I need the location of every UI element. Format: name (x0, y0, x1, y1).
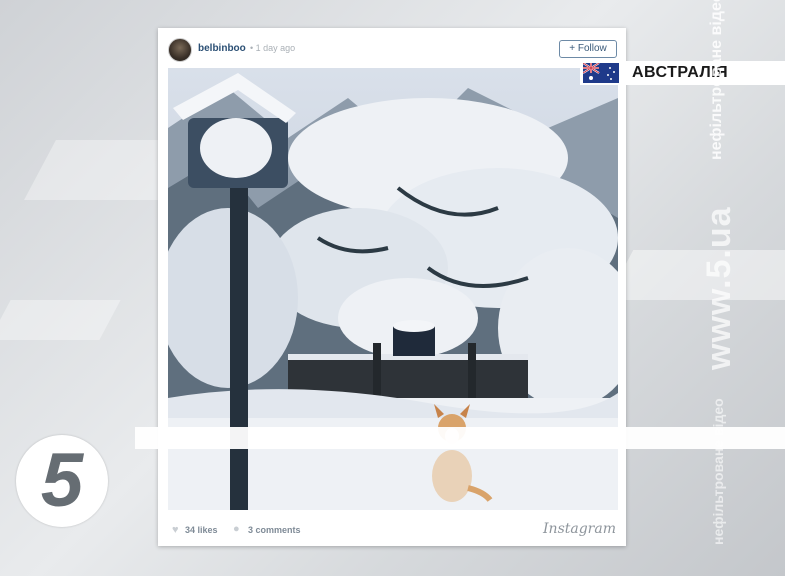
australia-flag-icon (583, 63, 619, 83)
user-avatar[interactable] (168, 38, 192, 62)
instagram-post-card: belbinboo • 1 day ago + Follow ♥ 34 like… (158, 28, 626, 546)
heart-icon[interactable]: ♥ (172, 524, 179, 536)
vertical-website: www.5.ua (700, 206, 738, 370)
vertical-tagline: нефільтроване відео (708, 0, 725, 160)
comments-count[interactable]: 3 comments (248, 525, 301, 535)
follow-button[interactable]: + Follow (559, 40, 617, 58)
comment-bubble-icon[interactable]: ● (233, 523, 240, 535)
lower-third-band (135, 427, 785, 449)
post-footer: ♥ 34 likes ● 3 comments Instagram (158, 516, 626, 546)
likes-count[interactable]: 34 likes (185, 525, 218, 535)
post-timestamp: • 1 day ago (250, 43, 296, 53)
channel-5-logo: 5 (16, 435, 108, 527)
background-stripe (606, 250, 785, 300)
username-link[interactable]: belbinboo (198, 43, 246, 54)
vertical-tagline-lower: нефільтроване відео (710, 398, 726, 545)
post-header: belbinboo • 1 day ago + Follow (158, 28, 626, 68)
instagram-logo[interactable]: Instagram (543, 521, 616, 537)
background-stripe (0, 300, 121, 340)
channel-logo-digit: 5 (40, 438, 84, 523)
country-caption-bar: АВСТРАЛІЯ (580, 61, 785, 85)
